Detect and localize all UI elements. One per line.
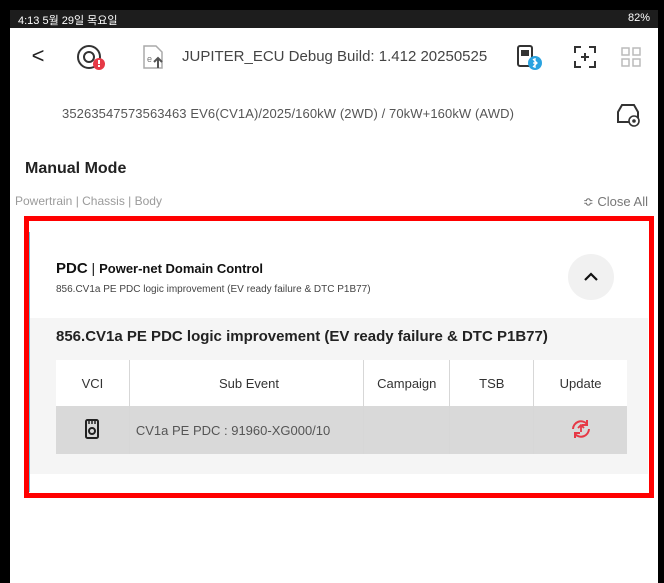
header-vci: VCI <box>56 360 130 406</box>
svg-text:e: e <box>147 54 152 64</box>
pdc-code: PDC <box>56 260 88 277</box>
sub-event-cell: CV1a PE PDC : 91960-XG000/10 <box>129 406 365 454</box>
pdc-name: Power-net Domain Control <box>99 261 264 276</box>
manual-mode-title: Manual Mode <box>25 160 127 177</box>
status-battery: 82% <box>627 12 650 24</box>
vehicle-settings-icon[interactable] <box>614 102 642 128</box>
event-title: 856.CV1a PE PDC logic improvement (EV re… <box>56 328 548 345</box>
status-time: 4:13 5월 29일 목요일 <box>18 15 118 27</box>
screenshot-frame: 4:13 5월 29일 목요일 82% < e JUPITER_ECU Debu… <box>0 0 664 583</box>
campaign-cell <box>363 406 451 454</box>
update-cell[interactable] <box>534 406 627 454</box>
expand-icon[interactable] <box>570 42 600 72</box>
pdc-separator: | <box>87 260 100 276</box>
header-tsb: TSB <box>449 360 535 406</box>
pdc-card: PDC | Power-net Domain Control 856.CV1a … <box>26 232 648 492</box>
status-bar: 4:13 5월 29일 목요일 82% <box>10 10 658 28</box>
close-all-button[interactable]: ≎ Close All <box>583 194 648 210</box>
firmware-update-icon[interactable] <box>74 42 108 72</box>
collapse-button[interactable] <box>568 254 614 300</box>
top-bar: < e JUPITER_ECU Debug Build: 1.412 20250… <box>10 32 658 80</box>
pdc-card-header[interactable]: PDC | Power-net Domain Control 856.CV1a … <box>30 232 648 318</box>
vehicle-info: 35263547573563463 EV6(CV1A)/2025/160kW (… <box>62 106 515 121</box>
pdc-subtitle: 856.CV1a PE PDC logic improvement (EV re… <box>56 284 371 295</box>
table-row[interactable]: CV1a PE PDC : 91960-XG000/10 <box>56 406 627 454</box>
tsb-cell <box>449 406 535 454</box>
upload-file-icon[interactable]: e <box>138 42 168 72</box>
event-table: VCI Sub Event Campaign TSB Update CV1a P… <box>56 360 627 454</box>
pdc-title: PDC | Power-net Domain Control <box>56 260 263 277</box>
ecu-bluetooth-icon[interactable] <box>512 42 546 72</box>
grid-icon[interactable] <box>620 46 642 68</box>
chevron-up-icon <box>584 272 598 281</box>
category-tabs[interactable]: Powertrain | Chassis | Body <box>15 194 162 208</box>
header-sub-event: Sub Event <box>129 360 365 406</box>
back-arrow-icon[interactable]: < <box>26 42 50 70</box>
app-title: JUPITER_ECU Debug Build: 1.412 20250525 <box>182 48 488 65</box>
app-screen: 4:13 5월 29일 목요일 82% < e JUPITER_ECU Debu… <box>10 10 658 583</box>
header-update: Update <box>559 375 602 391</box>
pdc-card-body: 856.CV1a PE PDC logic improvement (EV re… <box>30 318 648 474</box>
update-sync-icon[interactable] <box>569 417 593 441</box>
vci-cell <box>56 406 130 454</box>
vci-device-icon <box>80 417 104 441</box>
table-header-row: VCI Sub Event Campaign TSB Update <box>56 360 627 406</box>
header-campaign: Campaign <box>363 360 451 406</box>
